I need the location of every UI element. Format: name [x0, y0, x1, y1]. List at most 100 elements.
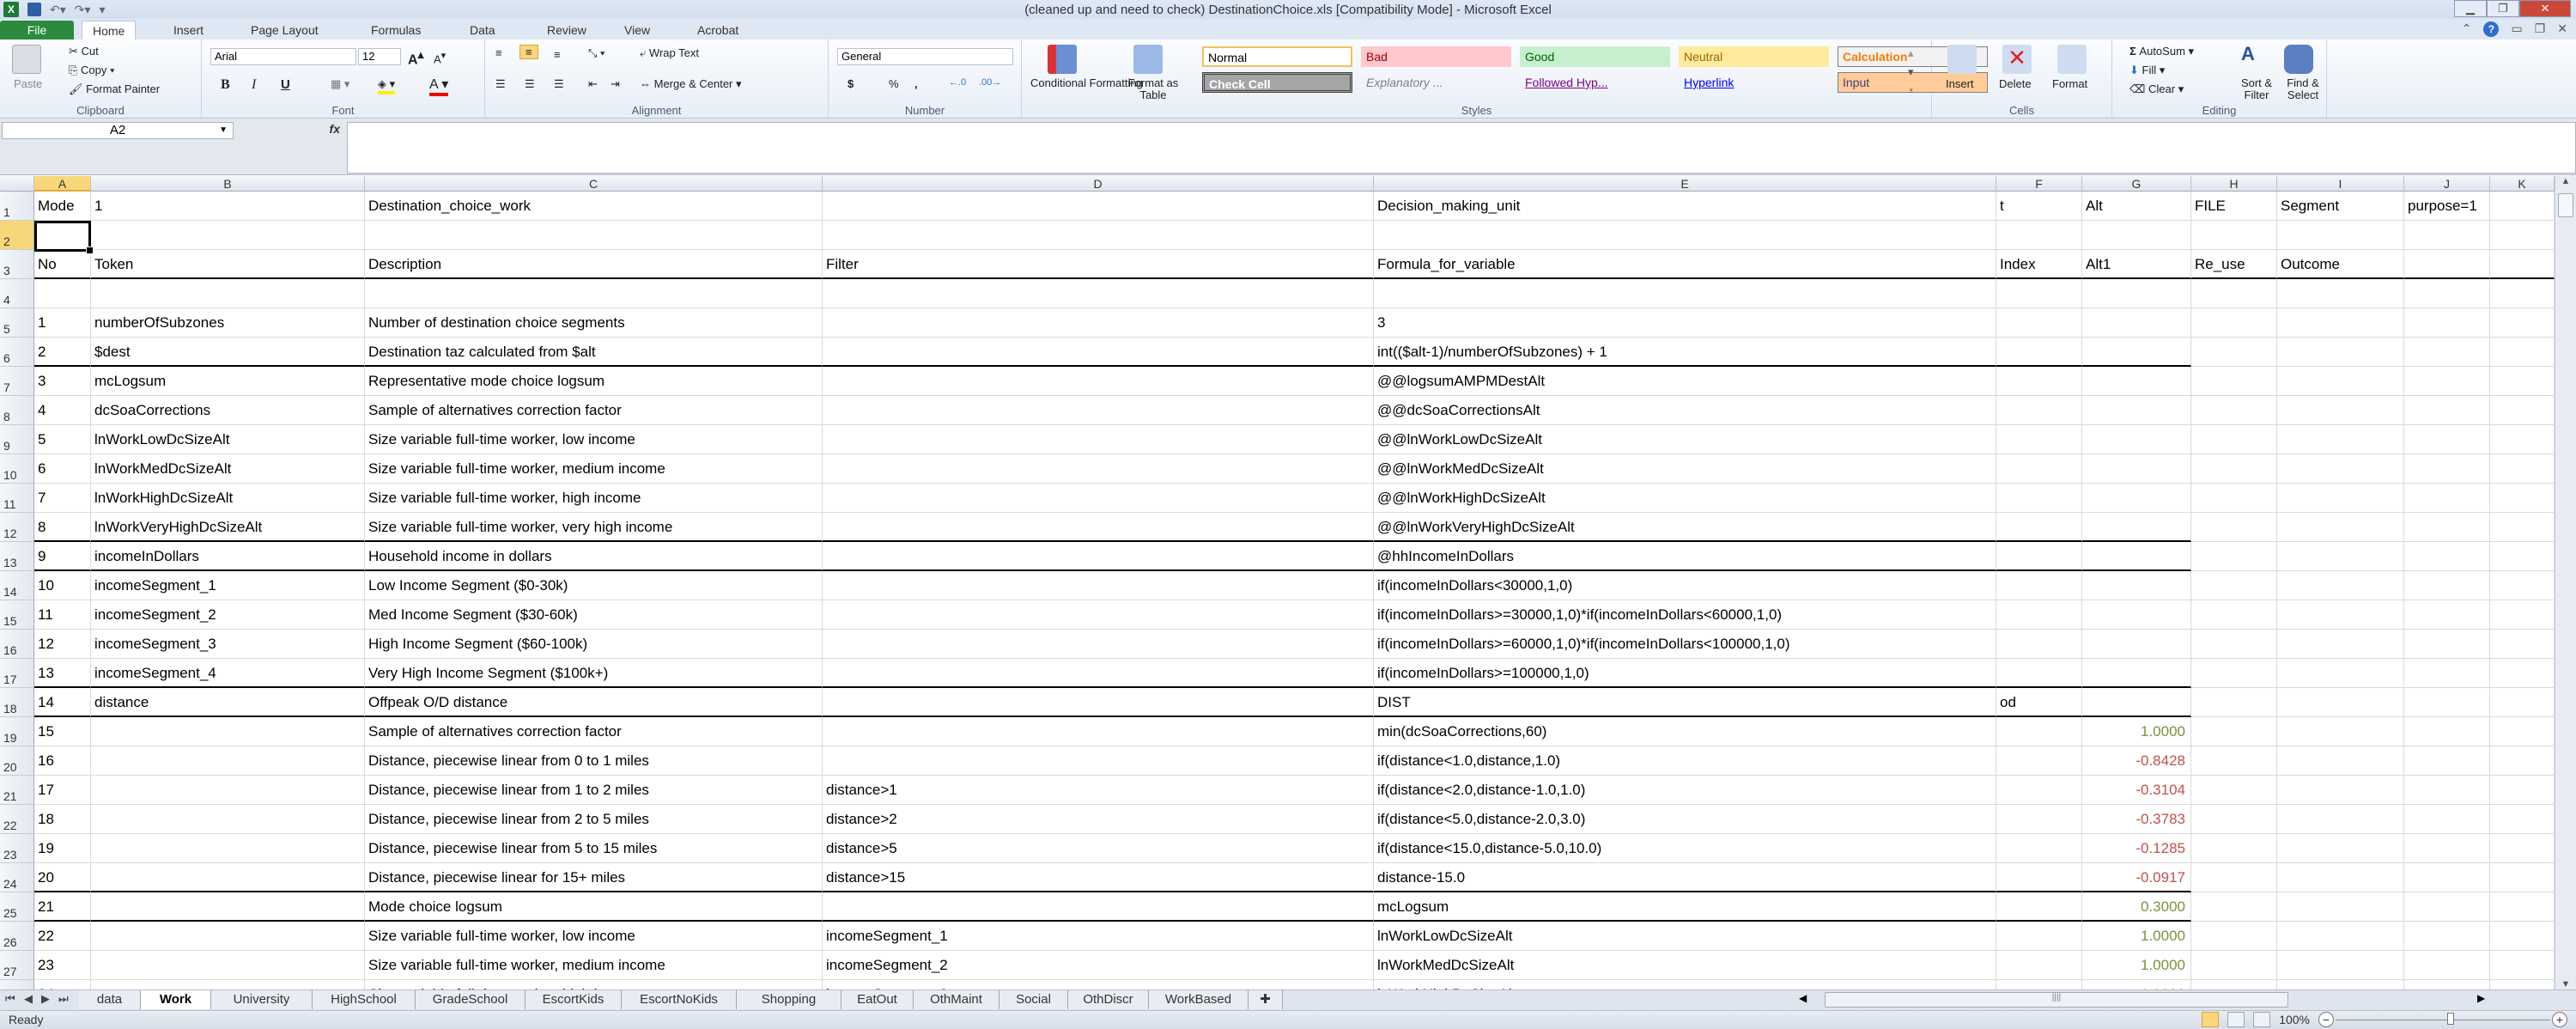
cell-a27[interactable]: 23 — [34, 951, 91, 980]
row-header[interactable]: 8 — [0, 396, 34, 425]
zoom-out-button[interactable]: − — [2318, 1012, 2334, 1027]
cell-j2[interactable] — [2404, 221, 2490, 250]
cell-e22[interactable]: if(distance<5.0,distance-2.0,3.0) — [1374, 805, 1996, 834]
cell-a19[interactable]: 15 — [34, 717, 91, 746]
cell-f19[interactable] — [1996, 717, 2082, 746]
cell-b24[interactable] — [91, 863, 365, 892]
row-header[interactable]: 15 — [0, 600, 34, 630]
fill-color-button[interactable]: ◈ ▾ — [378, 77, 396, 94]
cell-d15[interactable] — [823, 600, 1374, 630]
cell-e16[interactable]: if(incomeInDollars>=60000,1,0)*if(income… — [1374, 630, 1996, 659]
sheet-tab-escortkids[interactable]: EscortKids — [526, 990, 622, 1009]
cell-g26[interactable]: 1.0000 — [2082, 922, 2191, 951]
page-break-view-button[interactable] — [2253, 1012, 2271, 1027]
column-header-a[interactable]: A — [34, 176, 91, 192]
normal-view-button[interactable] — [2202, 1012, 2220, 1027]
cell-e24[interactable]: distance-15.0 — [1374, 863, 1996, 892]
align-left-button[interactable]: ☰ — [495, 77, 506, 91]
column-header-h[interactable]: H — [2191, 176, 2277, 192]
vertical-scroll-thumb[interactable] — [2558, 193, 2573, 217]
cell-f23[interactable] — [1996, 834, 2082, 863]
find-select-button[interactable]: Find & Select — [2281, 77, 2325, 101]
cell-h17[interactable] — [2191, 659, 2277, 688]
cell-k12[interactable] — [2490, 513, 2555, 542]
cell-g8[interactable] — [2082, 396, 2191, 425]
cell-h11[interactable] — [2191, 484, 2277, 513]
cell-h27[interactable] — [2191, 951, 2277, 980]
cell-j14[interactable] — [2404, 571, 2490, 600]
cell-e23[interactable]: if(distance<15.0,distance-5.0,10.0) — [1374, 834, 1996, 863]
cell-d17[interactable] — [823, 659, 1374, 688]
cell-g11[interactable] — [2082, 484, 2191, 513]
copy-button[interactable]: ⎘ Copy ▾ — [69, 64, 114, 77]
cell-c7[interactable]: Representative mode choice logsum — [365, 367, 823, 396]
gallery-scroll-down[interactable]: ▾ — [1908, 65, 1914, 79]
zoom-in-button[interactable]: + — [2552, 1012, 2567, 1027]
cell-d5[interactable] — [823, 308, 1374, 338]
cell-k25[interactable] — [2490, 892, 2555, 922]
cell-h21[interactable] — [2191, 776, 2277, 805]
format-cells-button[interactable]: Format — [2052, 77, 2087, 90]
delete-cells-button[interactable]: Delete — [1999, 77, 2032, 90]
merge-center-button[interactable]: ⇔ Merge & Center ▾ — [640, 77, 742, 91]
cell-g13[interactable] — [2082, 542, 2191, 571]
cell-d24[interactable]: distance>15 — [823, 863, 1374, 892]
cell-j11[interactable] — [2404, 484, 2490, 513]
cell-e11[interactable]: @@lnWorkHighDcSizeAlt — [1374, 484, 1996, 513]
cell-h4[interactable] — [2191, 279, 2277, 308]
cell-b7[interactable]: mcLogsum — [91, 367, 365, 396]
cell-j10[interactable] — [2404, 454, 2490, 484]
cell-i24[interactable] — [2277, 863, 2404, 892]
cell-k11[interactable] — [2490, 484, 2555, 513]
zoom-level[interactable]: 100% — [2279, 1013, 2310, 1026]
cell-d8[interactable] — [823, 396, 1374, 425]
cell-c14[interactable]: Low Income Segment ($0-30k) — [365, 571, 823, 600]
cell-j21[interactable] — [2404, 776, 2490, 805]
cell-f12[interactable] — [1996, 513, 2082, 542]
cell-d13[interactable] — [823, 542, 1374, 571]
cell-e4[interactable] — [1374, 279, 1996, 308]
cell-i18[interactable] — [2277, 688, 2404, 717]
cell-style-hyperlink[interactable]: Hyperlink — [1679, 72, 1829, 93]
page-layout-view-button[interactable] — [2227, 1012, 2245, 1027]
first-sheet-button[interactable]: ⏮ — [5, 992, 15, 1006]
cell-f1[interactable]: t — [1996, 192, 2082, 221]
cell-g7[interactable] — [2082, 367, 2191, 396]
cell-k16[interactable] — [2490, 630, 2555, 659]
cell-a16[interactable]: 12 — [34, 630, 91, 659]
cell-i27[interactable] — [2277, 951, 2404, 980]
cell-c13[interactable]: Household income in dollars — [365, 542, 823, 571]
cell-g27[interactable]: 1.0000 — [2082, 951, 2191, 980]
cell-a24[interactable]: 20 — [34, 863, 91, 892]
cell-i17[interactable] — [2277, 659, 2404, 688]
cell-i21[interactable] — [2277, 776, 2404, 805]
cell-g1[interactable]: Alt — [2082, 192, 2191, 221]
sheet-tab-eatout[interactable]: EatOut — [841, 990, 914, 1009]
cell-e21[interactable]: if(distance<2.0,distance-1.0,1.0) — [1374, 776, 1996, 805]
column-header-k[interactable]: K — [2490, 176, 2555, 192]
currency-button[interactable]: $ — [848, 77, 854, 90]
cell-e1[interactable]: Decision_making_unit — [1374, 192, 1996, 221]
minimize-button[interactable]: ▁ — [2454, 0, 2487, 17]
cell-i10[interactable] — [2277, 454, 2404, 484]
cell-g20[interactable]: -0.8428 — [2082, 746, 2191, 776]
cell-e26[interactable]: lnWorkLowDcSizeAlt — [1374, 922, 1996, 951]
formula-input[interactable] — [347, 122, 2576, 174]
row-header[interactable]: 10 — [0, 454, 34, 484]
row-header[interactable]: 2 — [0, 221, 34, 250]
cell-k19[interactable] — [2490, 717, 2555, 746]
cell-g10[interactable] — [2082, 454, 2191, 484]
cell-e6[interactable]: int(($alt-1)/numberOfSubzones) + 1 — [1374, 338, 1996, 367]
cell-j1[interactable]: purpose=1 — [2404, 192, 2490, 221]
cell-g23[interactable]: -0.1285 — [2082, 834, 2191, 863]
cell-k24[interactable] — [2490, 863, 2555, 892]
underline-button[interactable]: U — [281, 77, 290, 92]
cell-a26[interactable]: 22 — [34, 922, 91, 951]
cell-style-followed-hyp[interactable]: Followed Hyp... — [1520, 72, 1670, 93]
cell-k27[interactable] — [2490, 951, 2555, 980]
restore-button[interactable]: ❐ — [2487, 0, 2519, 17]
cell-h13[interactable] — [2191, 542, 2277, 571]
cell-e10[interactable]: @@lnWorkMedDcSizeAlt — [1374, 454, 1996, 484]
align-center-button[interactable]: ☰ — [525, 77, 535, 91]
cell-d7[interactable] — [823, 367, 1374, 396]
